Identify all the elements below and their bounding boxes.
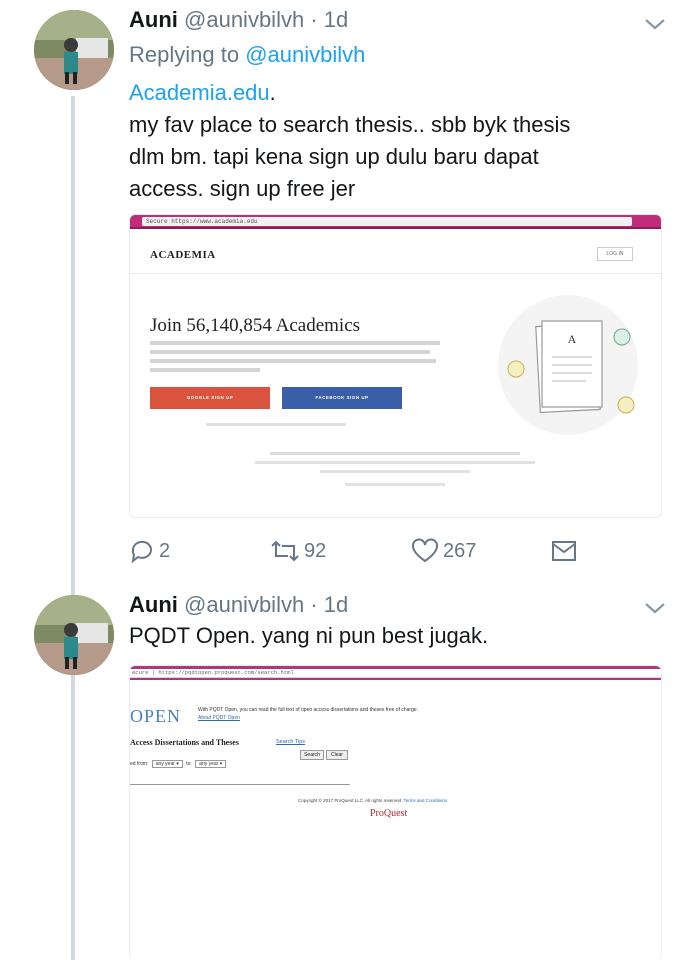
retweet-icon bbox=[271, 540, 299, 562]
author-name[interactable]: Auni bbox=[129, 592, 178, 617]
avatar[interactable] bbox=[34, 595, 114, 675]
replying-to-line: Replying to @aunivbilvh bbox=[129, 42, 365, 68]
tweet-text-line: access. sign up free jer bbox=[129, 176, 356, 201]
pqdt-intro-text: With PQDT Open, you can read the full te… bbox=[198, 707, 419, 713]
tweet-text-line: PQDT Open. yang ni pun best jugak. bbox=[129, 623, 489, 648]
google-signup-button: GOOGLE SIGN UP bbox=[150, 387, 270, 409]
access-title: Access Dissertations and Theses bbox=[130, 738, 239, 747]
academia-link[interactable]: Academia.edu bbox=[129, 80, 270, 105]
academia-logo: ACADEMIA bbox=[150, 249, 216, 261]
clear-button: Clear bbox=[326, 750, 348, 760]
avatar[interactable] bbox=[34, 10, 114, 90]
year-from-select: any year ▾ bbox=[151, 760, 183, 768]
search-tips-link: Search Tips bbox=[276, 739, 306, 745]
divider bbox=[130, 784, 350, 785]
author-handle[interactable]: @aunivbilvh bbox=[184, 592, 304, 617]
retweet-button[interactable]: 92 bbox=[270, 536, 326, 566]
like-count: 267 bbox=[443, 539, 477, 562]
separator-dot: · bbox=[310, 7, 318, 32]
proquest-logo: ProQuest bbox=[370, 808, 408, 819]
tweet-text: Academia.edu. my fav place to search the… bbox=[129, 77, 570, 205]
facebook-signup-button: FACEBOOK SIGN UP bbox=[282, 387, 402, 409]
year-to-select: any year ▾ bbox=[195, 760, 227, 768]
academia-footer-blurred bbox=[250, 449, 540, 486]
separator-dot: · bbox=[310, 592, 318, 617]
pqdt-intro: With PQDT Open, you can read the full te… bbox=[198, 706, 418, 722]
year-filter-label: ed from: bbox=[130, 761, 149, 767]
reply-count: 2 bbox=[159, 539, 171, 562]
divider bbox=[130, 678, 661, 680]
terms-note-blurred bbox=[206, 423, 346, 426]
tweet-actions: 2 92 267 bbox=[129, 536, 629, 566]
reply-icon bbox=[131, 540, 152, 564]
reply-mention-link[interactable]: @aunivbilvh bbox=[245, 42, 365, 67]
document-illustration-icon: A bbox=[498, 295, 638, 435]
tweet-timestamp[interactable]: 1d bbox=[324, 592, 348, 617]
chevron-down-icon[interactable] bbox=[640, 14, 670, 34]
link-suffix: . bbox=[269, 80, 276, 105]
reply-button[interactable]: 2 bbox=[129, 536, 170, 566]
chevron-down-icon[interactable] bbox=[640, 598, 670, 618]
envelope-icon bbox=[552, 541, 576, 561]
heart-icon bbox=[412, 538, 438, 563]
copyright-text: Copyright © 2017 ProQuest LLC. All right… bbox=[298, 798, 403, 803]
thread-connector-line bbox=[71, 96, 75, 960]
avatar-photo-icon bbox=[34, 595, 114, 675]
login-button: LOG IN bbox=[597, 247, 633, 261]
replying-to-label: Replying to bbox=[129, 42, 246, 67]
like-button[interactable]: 267 bbox=[411, 536, 476, 566]
join-headline: Join 56,140,854 Academics bbox=[150, 315, 361, 336]
year-filter: ed from: any year ▾ to: any year ▾ bbox=[130, 760, 228, 768]
browser-url: Secure https://www.academia.edu bbox=[142, 217, 632, 226]
search-button: Search bbox=[300, 750, 324, 760]
about-pqdt-link: About PQDT Open bbox=[198, 715, 240, 721]
tweet-header: Auni @aunivbilvh · 1d bbox=[129, 591, 348, 619]
pqdt-screenshot[interactable]: ecure | https://pqdtopen.proquest.com/se… bbox=[129, 665, 662, 960]
to-label: to: bbox=[186, 761, 192, 767]
tweet-text-line: my fav place to search thesis.. sbb byk … bbox=[129, 112, 571, 137]
avatar-photo-icon bbox=[34, 10, 114, 90]
direct-message-button[interactable] bbox=[551, 536, 581, 566]
tweet-timestamp[interactable]: 1d bbox=[324, 7, 348, 32]
author-handle[interactable]: @aunivbilvh bbox=[184, 7, 304, 32]
tweet-text: PQDT Open. yang ni pun best jugak. bbox=[129, 620, 488, 652]
retweet-count: 92 bbox=[304, 539, 327, 562]
browser-address-bar: Secure https://www.academia.edu bbox=[130, 215, 661, 229]
pqdt-copyright: Copyright © 2017 ProQuest LLC. All right… bbox=[298, 798, 447, 803]
tweet-header: Auni @aunivbilvh · 1d bbox=[129, 6, 348, 34]
tweet-text-line: dlm bm. tapi kena sign up dulu baru dapa… bbox=[129, 144, 539, 169]
academia-screenshot[interactable]: Secure https://www.academia.edu ACADEMIA… bbox=[129, 214, 662, 518]
browser-url: ecure | https://pqdtopen.proquest.com/se… bbox=[130, 666, 661, 678]
pqdt-open-logo: OPEN bbox=[130, 706, 182, 726]
author-name[interactable]: Auni bbox=[129, 7, 178, 32]
terms-link: Terms and Conditions bbox=[403, 798, 448, 803]
description-blurred bbox=[150, 339, 450, 372]
divider bbox=[130, 273, 661, 274]
illustration-letter: A bbox=[568, 332, 577, 346]
